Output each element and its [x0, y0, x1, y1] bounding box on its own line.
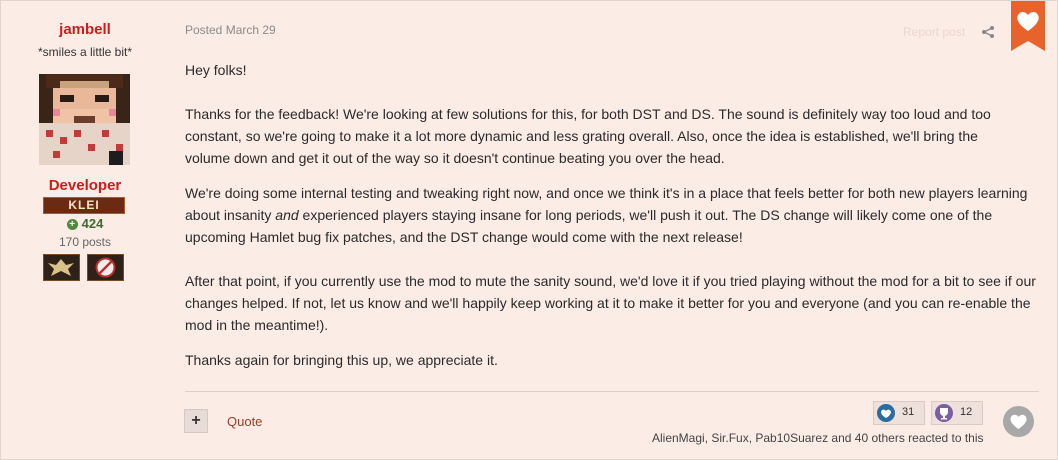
react-heart-button[interactable]: [1003, 406, 1034, 437]
report-post-link[interactable]: Report post: [903, 25, 965, 39]
reputation-plus-icon: +: [66, 219, 78, 230]
reaction-count: 31: [902, 406, 915, 418]
multiquote-button[interactable]: +: [184, 409, 208, 433]
paragraph: Thanks again for bringing this up, we ap…: [185, 352, 498, 368]
paragraph-text: experienced players staying insane for l…: [185, 207, 993, 245]
author-group: Developer: [48, 177, 122, 194]
reputation: +424: [1, 216, 169, 231]
divider: [185, 391, 1039, 392]
emphasis-text: and: [275, 207, 299, 223]
achievement-badge-icon[interactable]: [43, 254, 80, 281]
avatar[interactable]: [39, 74, 130, 165]
quote-button[interactable]: Quote: [227, 414, 262, 429]
paragraph: Hey folks!: [185, 62, 247, 78]
post-date[interactable]: Posted March 29: [185, 23, 276, 37]
achievement-badge-icon[interactable]: [87, 254, 124, 281]
heart-ribbon-icon: [1011, 1, 1045, 51]
author-title: *smiles a little bit*: [37, 45, 133, 59]
paragraph: Thanks for the feedback! We're looking a…: [185, 106, 991, 166]
reaction-trophy[interactable]: 12: [931, 401, 983, 425]
trophy-icon: [935, 404, 953, 422]
reaction-like[interactable]: 31: [873, 401, 925, 425]
reacted-users-text[interactable]: AlienMagi, Sir.Fux, Pab10Suarez and 40 o…: [652, 431, 984, 445]
reaction-count: 12: [960, 406, 973, 418]
author-name[interactable]: jambell: [1, 21, 169, 38]
group-badge: KLEI: [43, 197, 125, 214]
like-icon: [877, 404, 895, 422]
forum-post: jambell *smiles a little bit* Developer …: [0, 0, 1058, 460]
reputation-count: 424: [81, 216, 104, 231]
paragraph: After that point, if you currently use t…: [185, 273, 1036, 333]
share-icon[interactable]: [981, 25, 995, 39]
post-count: 170 posts: [58, 235, 112, 249]
paragraph: We're doing some internal testing and tw…: [185, 182, 1035, 248]
